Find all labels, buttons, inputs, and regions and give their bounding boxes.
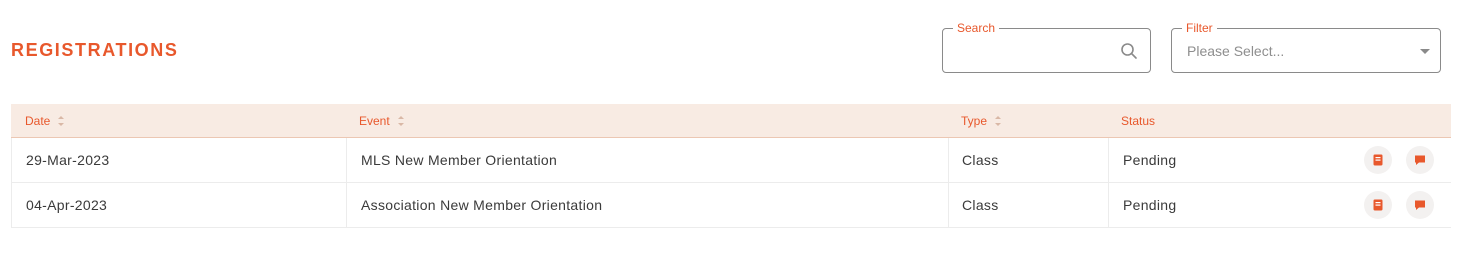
column-header-event[interactable]: Event — [359, 114, 404, 128]
cell-type: Class — [948, 138, 1108, 182]
column-header-type[interactable]: Type — [961, 114, 1002, 128]
cell-event: MLS New Member Orientation — [346, 138, 948, 182]
registrations-table: Date Event Type Status 29-Mar-2023 MLS N… — [11, 104, 1451, 228]
sort-icon[interactable] — [58, 116, 65, 126]
search-label: Search — [953, 21, 1000, 35]
filter-label: Filter — [1182, 21, 1217, 35]
sort-icon[interactable] — [397, 116, 404, 126]
column-label-event: Event — [359, 114, 390, 128]
page-title: REGISTRATIONS — [11, 40, 179, 60]
filter-select[interactable]: Filter Please Select... — [1171, 21, 1441, 73]
cell-date: 04-Apr-2023 — [26, 197, 108, 213]
cell-type: Class — [948, 183, 1108, 227]
book-icon — [1373, 154, 1383, 166]
filter-placeholder: Please Select... — [1187, 43, 1285, 59]
search-icon[interactable] — [1120, 42, 1138, 60]
message-button[interactable] — [1406, 191, 1434, 219]
view-details-button[interactable] — [1364, 146, 1392, 174]
row-actions — [1362, 138, 1452, 182]
search-field[interactable]: Search — [942, 21, 1151, 73]
message-button[interactable] — [1406, 146, 1434, 174]
table-header: Date Event Type Status — [11, 104, 1451, 138]
registrations-panel: REGISTRATIONS Search Filter Please Selec… — [0, 0, 1466, 268]
chat-icon — [1415, 155, 1425, 165]
table-row: 29-Mar-2023 MLS New Member Orientation C… — [11, 138, 1451, 183]
cell-status: Pending — [1108, 183, 1348, 227]
sort-icon[interactable] — [995, 116, 1002, 126]
search-input[interactable] — [953, 39, 1117, 65]
row-actions — [1362, 183, 1452, 227]
column-header-status: Status — [1121, 114, 1155, 128]
chat-icon — [1415, 200, 1425, 210]
column-header-date[interactable]: Date — [25, 114, 65, 128]
cell-status: Pending — [1108, 138, 1348, 182]
cell-date: 29-Mar-2023 — [26, 152, 110, 168]
book-icon — [1373, 199, 1383, 211]
cell-event: Association New Member Orientation — [346, 183, 948, 227]
table-row: 04-Apr-2023 Association New Member Orien… — [11, 183, 1451, 228]
column-label-type: Type — [961, 114, 988, 128]
view-details-button[interactable] — [1364, 191, 1392, 219]
column-label-date: Date — [25, 114, 51, 128]
chevron-down-icon[interactable] — [1420, 49, 1430, 54]
column-label-status: Status — [1121, 114, 1156, 128]
